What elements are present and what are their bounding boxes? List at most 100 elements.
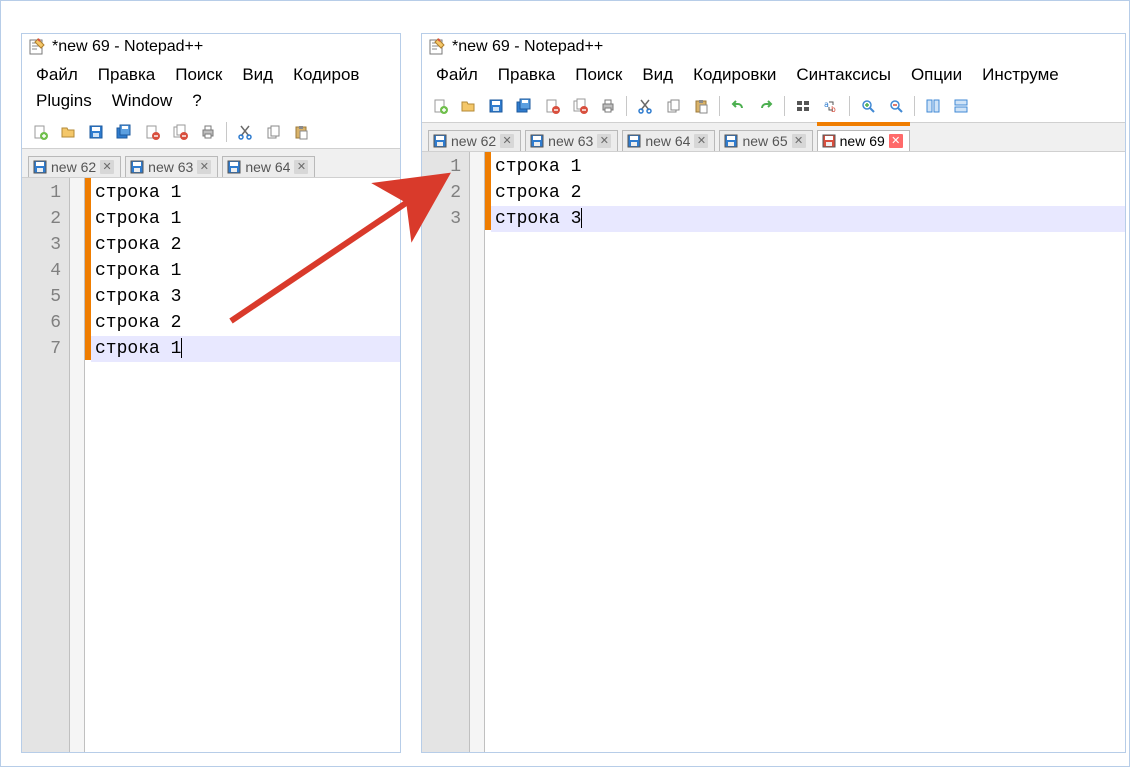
paste-icon[interactable]	[689, 94, 713, 118]
text-area[interactable]: строка 1строка 2строка 3	[491, 152, 1125, 752]
code-line[interactable]: строка 1	[91, 336, 400, 362]
menu-поиск[interactable]: Поиск	[165, 62, 232, 88]
line-number-gutter: 123	[422, 152, 470, 752]
tab-new-65[interactable]: new 65 ✕	[719, 130, 812, 151]
close-all-icon[interactable]	[568, 94, 592, 118]
print-icon[interactable]	[596, 94, 620, 118]
svg-text:a: a	[824, 100, 829, 109]
tab-new-63[interactable]: new 63✕	[525, 130, 618, 151]
code-line[interactable]: строка 2	[91, 310, 400, 336]
zoom-in-icon[interactable]	[856, 94, 880, 118]
tab-new-62[interactable]: new 62✕	[28, 156, 121, 177]
replace-icon[interactable]: ab	[819, 94, 843, 118]
save-all-icon[interactable]	[112, 120, 136, 144]
code-line[interactable]: строка 1	[91, 180, 400, 206]
tab-close-icon[interactable]: ✕	[100, 160, 114, 174]
new-file-icon[interactable]	[28, 120, 52, 144]
close-icon[interactable]	[540, 94, 564, 118]
line-number: 7	[22, 336, 69, 362]
tab-close-icon[interactable]: ✕	[694, 134, 708, 148]
menu-кодиров[interactable]: Кодиров	[283, 62, 369, 88]
menu-кодировки[interactable]: Кодировки	[683, 62, 786, 88]
tab-new-64[interactable]: new 64 ✕	[622, 130, 715, 151]
window-title: *new 69 - Notepad++	[452, 38, 603, 56]
print-icon[interactable]	[196, 120, 220, 144]
code-line[interactable]: строка 1	[491, 154, 1125, 180]
copy-icon[interactable]	[661, 94, 685, 118]
tab-new-69[interactable]: new 69✕	[817, 130, 910, 151]
tab-close-icon[interactable]: ✕	[597, 134, 611, 148]
saved-disk-icon	[627, 134, 641, 148]
menu-bar: ФайлПравкаПоискВидКодиров PluginsWindow?	[22, 58, 400, 118]
toolbar-separator	[849, 96, 850, 116]
paste-icon[interactable]	[289, 120, 313, 144]
text-caret	[581, 208, 582, 228]
line-number: 6	[22, 310, 69, 336]
zoom-out-icon[interactable]	[884, 94, 908, 118]
tab-close-icon[interactable]: ✕	[294, 160, 308, 174]
line-number: 2	[422, 180, 469, 206]
close-all-icon[interactable]	[168, 120, 192, 144]
redo-icon[interactable]	[754, 94, 778, 118]
tab-label: new 65	[742, 133, 787, 149]
tab-label: new 63	[148, 159, 193, 175]
menu-plugins[interactable]: Plugins	[26, 88, 102, 114]
menu-?[interactable]: ?	[182, 88, 211, 114]
cut-icon[interactable]	[233, 120, 257, 144]
saved-disk-icon	[433, 134, 447, 148]
sync-v-icon[interactable]	[921, 94, 945, 118]
toolbar-separator	[626, 96, 627, 116]
code-line[interactable]: строка 2	[91, 232, 400, 258]
menu-синтаксисы[interactable]: Синтаксисы	[786, 62, 901, 88]
tab-new-62[interactable]: new 62✕	[428, 130, 521, 151]
cut-icon[interactable]	[633, 94, 657, 118]
window-titlebar: *new 69 - Notepad++	[22, 34, 400, 58]
tab-close-icon[interactable]: ✕	[500, 134, 514, 148]
menu-window[interactable]: Window	[102, 88, 182, 114]
menu-вид[interactable]: Вид	[632, 62, 683, 88]
text-area[interactable]: строка 1строка 1строка 2строка 1строка 3…	[91, 178, 400, 752]
menu-правка[interactable]: Правка	[88, 62, 165, 88]
open-file-icon[interactable]	[456, 94, 480, 118]
tab-close-icon[interactable]: ✕	[889, 134, 903, 148]
save-icon[interactable]	[484, 94, 508, 118]
menu-опции[interactable]: Опции	[901, 62, 972, 88]
right-notepadpp-window: *new 69 - Notepad++ ФайлПравкаПоискВидКо…	[421, 33, 1126, 753]
new-file-icon[interactable]	[428, 94, 452, 118]
code-line[interactable]: строка 1	[91, 206, 400, 232]
save-icon[interactable]	[84, 120, 108, 144]
code-line[interactable]: строка 2	[491, 180, 1125, 206]
menu-правка[interactable]: Правка	[488, 62, 565, 88]
undo-icon[interactable]	[726, 94, 750, 118]
code-line[interactable]: строка 1	[91, 258, 400, 284]
tab-new-63[interactable]: new 63 ✕	[125, 156, 218, 177]
menu-вид[interactable]: Вид	[232, 62, 283, 88]
comparison-canvas: *new 69 - Notepad++ ФайлПравкаПоискВидКо…	[0, 0, 1130, 767]
tab-close-icon[interactable]: ✕	[197, 160, 211, 174]
save-all-icon[interactable]	[512, 94, 536, 118]
tab-close-icon[interactable]: ✕	[792, 134, 806, 148]
toolbar	[22, 118, 400, 148]
tab-new-64[interactable]: new 64✕	[222, 156, 315, 177]
find-icon[interactable]	[791, 94, 815, 118]
line-number: 1	[22, 180, 69, 206]
sync-h-icon[interactable]	[949, 94, 973, 118]
tab-label: new 64	[645, 133, 690, 149]
open-file-icon[interactable]	[56, 120, 80, 144]
menu-файл[interactable]: Файл	[26, 62, 88, 88]
saved-disk-icon	[724, 134, 738, 148]
toolbar-separator	[226, 122, 227, 142]
code-line[interactable]: строка 3	[491, 206, 1125, 232]
line-number: 2	[22, 206, 69, 232]
tab-strip: new 62✕new 63✕new 64✕	[22, 148, 400, 178]
menu-поиск[interactable]: Поиск	[565, 62, 632, 88]
toolbar-separator	[784, 96, 785, 116]
close-icon[interactable]	[140, 120, 164, 144]
line-number: 1	[422, 154, 469, 180]
menu-файл[interactable]: Файл	[426, 62, 488, 88]
copy-icon[interactable]	[261, 120, 285, 144]
fold-margin	[470, 152, 485, 752]
code-line[interactable]: строка 3	[91, 284, 400, 310]
menu-инструме[interactable]: Инструме	[972, 62, 1069, 88]
editor-area: 1234567 строка 1строка 1строка 2строка 1…	[22, 178, 400, 752]
